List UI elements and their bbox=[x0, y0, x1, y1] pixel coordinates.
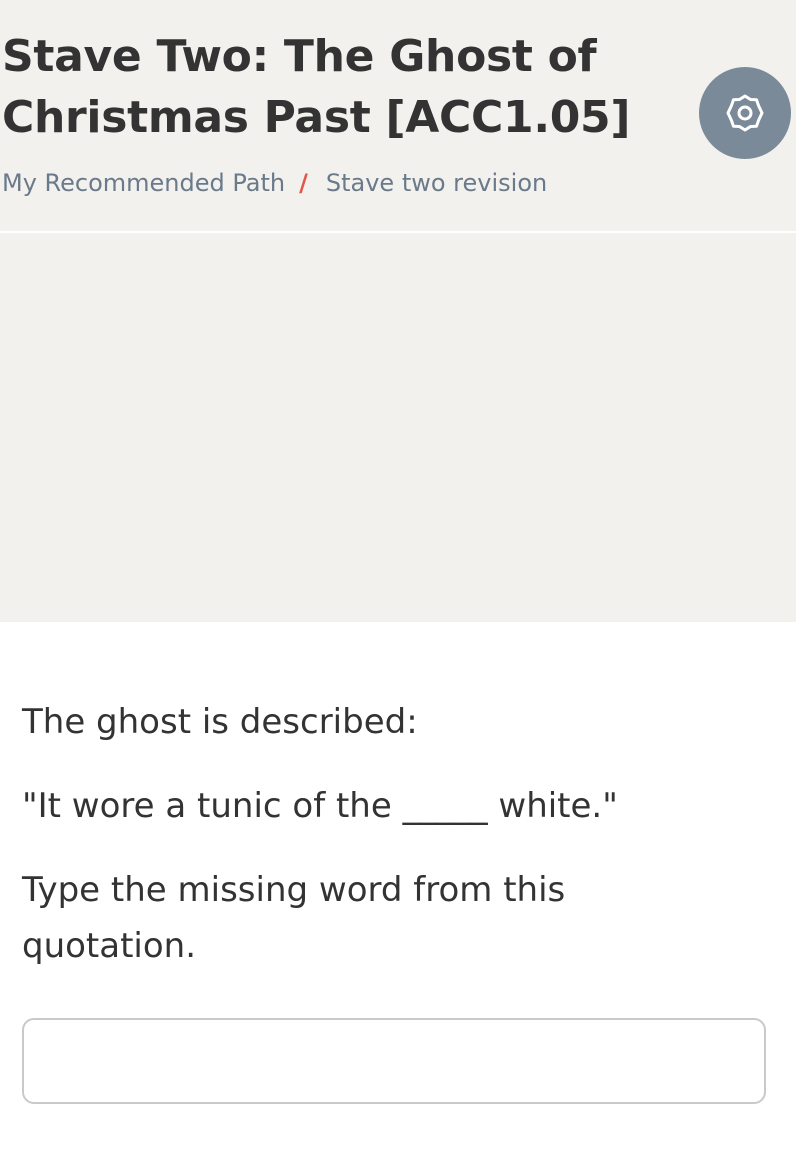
breadcrumb: My Recommended Path / Stave two revision bbox=[2, 163, 547, 203]
question-instruction: Type the missing word from this quotatio… bbox=[22, 870, 566, 966]
gear-icon bbox=[726, 94, 764, 132]
breadcrumb-current: Stave two revision bbox=[325, 169, 548, 197]
media-area bbox=[0, 233, 796, 622]
question-intro: The ghost is described: bbox=[22, 702, 418, 742]
question-quote: "It wore a tunic of the _____ white." bbox=[22, 786, 618, 826]
settings-button[interactable] bbox=[699, 67, 791, 159]
page-title: Stave Two: The Ghost of Christmas Past [… bbox=[2, 31, 631, 143]
breadcrumb-separator: / bbox=[299, 169, 308, 197]
breadcrumb-link-recommended-path[interactable]: My Recommended Path bbox=[2, 169, 285, 197]
header: Stave Two: The Ghost of Christmas Past [… bbox=[0, 0, 796, 231]
answer-input[interactable] bbox=[22, 1018, 766, 1104]
